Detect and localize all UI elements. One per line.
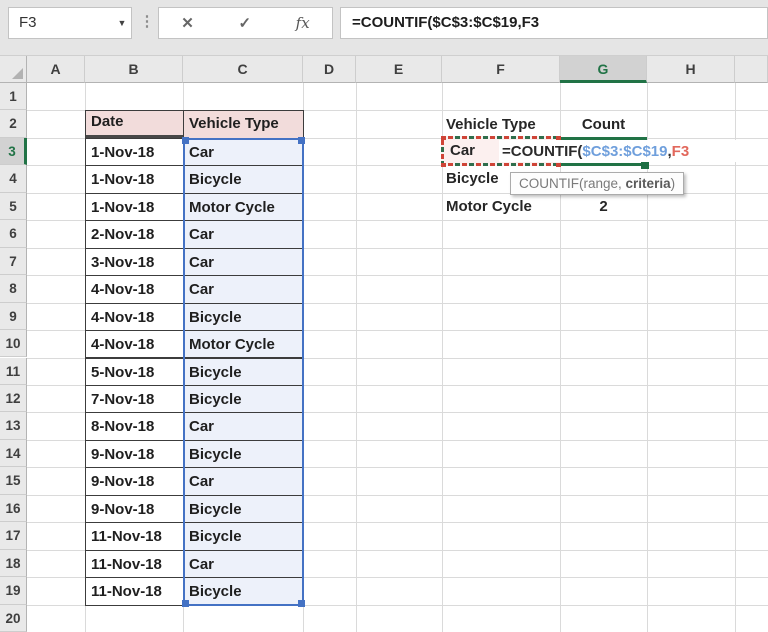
cell-B16[interactable]: 9-Nov-18 [85,494,184,524]
in-cell-formula[interactable]: =COUNTIF($C$3:$C$19,F3 [502,138,689,165]
cell-B4[interactable]: 1-Nov-18 [85,165,184,194]
cell-B14[interactable]: 9-Nov-18 [85,439,184,469]
sheet-grid: A B C D E F G H 1 2 3 4 5 6 7 8 9 10 11 12 13 14 15 16 17 18 19 20 D… [0,0,768,632]
criteria-ref-nub [441,162,446,167]
select-all-corner[interactable] [0,56,27,83]
range-handle-top-right[interactable] [298,136,305,144]
row-header-13[interactable]: 13 [0,412,27,440]
reference-range-outline [182,136,305,607]
formula-prefix: =COUNTIF( [502,143,583,160]
tooltip-suffix: ) [670,176,676,191]
row-header-19[interactable]: 19 [0,577,27,605]
excel-window: F3 ▼ ⋮ ✕ ✓ fx =COUNTIF($C$3:$C$19,F3 ABC… [0,0,768,632]
range-handle-bottom-right[interactable] [298,599,305,607]
range-handle-top-left[interactable] [182,136,189,144]
criteria-ref-nub [441,135,446,140]
row-header-14[interactable]: 14 [0,439,27,468]
cell-C2[interactable]: Vehicle Type [183,110,304,139]
row-header-20[interactable]: 20 [0,604,27,632]
row-header-11[interactable]: 11 [0,357,27,385]
cell-F2[interactable]: Vehicle Type [446,111,560,138]
select-all-triangle-icon [12,68,23,79]
cell-B7[interactable]: 3-Nov-18 [85,247,184,277]
row-header-6[interactable]: 6 [0,220,27,248]
active-cell-border-bottom [561,163,647,166]
tooltip-range-arg: range [583,176,619,191]
column-header-C[interactable]: C [183,56,303,83]
formula-range-ref: $C$3:$C$19 [582,143,668,160]
cell-F5[interactable]: Motor Cycle [446,193,560,220]
row-header-16[interactable]: 16 [0,494,27,523]
column-header-partial[interactable] [735,56,768,83]
row-header-18[interactable]: 18 [0,549,27,578]
cell-G5[interactable]: 2 [560,193,647,220]
column-header-B[interactable]: B [85,56,183,83]
criteria-ref-outline-left [441,136,444,166]
row-header-5[interactable]: 5 [0,192,27,221]
fill-handle[interactable] [641,161,649,169]
cell-B13[interactable]: 8-Nov-18 [85,412,184,441]
column-header-A[interactable]: A [27,56,85,83]
column-header-H[interactable]: H [647,56,735,83]
row-header-4[interactable]: 4 [0,165,27,193]
function-tooltip: COUNTIF(range, criteria) [510,172,685,195]
cell-B9[interactable]: 4-Nov-18 [85,302,184,332]
cell-B17[interactable]: 11-Nov-18 [85,522,184,551]
column-header-G[interactable]: G [560,56,647,83]
row-header-9[interactable]: 9 [0,302,27,331]
range-handle-bottom-left[interactable] [182,599,189,607]
column-header-D[interactable]: D [303,56,356,83]
cell-B3[interactable]: 1-Nov-18 [85,137,184,167]
cell-B15[interactable]: 9-Nov-18 [85,467,184,496]
formula-criteria-ref: F3 [671,143,690,160]
cell-B18[interactable]: 11-Nov-18 [85,549,184,579]
cell-B6[interactable]: 2-Nov-18 [85,220,184,249]
row-header-17[interactable]: 17 [0,522,27,550]
cell-B11[interactable]: 5-Nov-18 [85,357,184,386]
column-header-F[interactable]: F [442,56,560,83]
row-header-10[interactable]: 10 [0,330,27,358]
row-header-2[interactable]: 2 [0,110,27,138]
cell-B19[interactable]: 11-Nov-18 [85,577,184,606]
row-header-8[interactable]: 8 [0,275,27,303]
row-header-7[interactable]: 7 [0,247,27,276]
tooltip-criteria-arg: criteria [625,176,671,191]
cell-B8[interactable]: 4-Nov-18 [85,275,184,304]
cell-B5[interactable]: 1-Nov-18 [85,192,184,222]
cell-G2[interactable]: Count [560,111,647,138]
tooltip-prefix: COUNTIF( [519,176,584,191]
row-header-3[interactable]: 3 [0,137,27,166]
tooltip-separator: , [618,176,626,191]
row-header-1[interactable]: 1 [0,83,27,111]
column-header-E[interactable]: E [356,56,442,83]
cell-B12[interactable]: 7-Nov-18 [85,384,184,414]
criteria-ref-outline-top [441,136,561,139]
row-header-12[interactable]: 12 [0,384,27,413]
cell-B2[interactable]: Date [85,110,184,139]
criteria-ref-outline-bottom [441,163,561,166]
cell-B10[interactable]: 4-Nov-18 [85,330,184,359]
row-header-15[interactable]: 15 [0,467,27,495]
active-cell-border-top [561,136,647,140]
